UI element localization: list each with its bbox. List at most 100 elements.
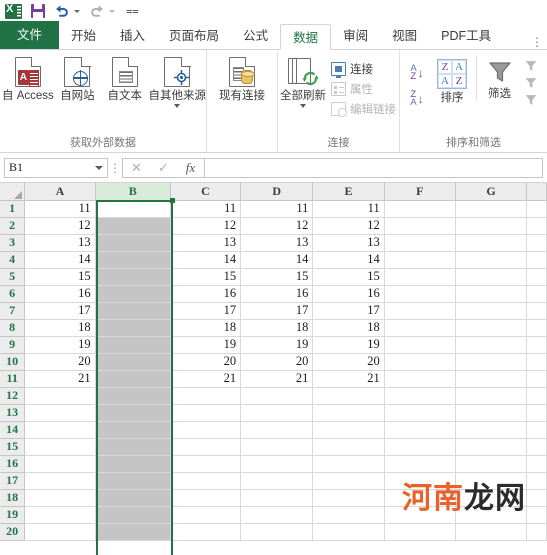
cell-B9[interactable]: [95, 336, 171, 354]
cell-A11[interactable]: 21: [24, 370, 96, 388]
from-text-button[interactable]: 自文本: [101, 55, 148, 103]
advanced-filter-icon[interactable]: [524, 93, 538, 107]
customize-quick-access-icon[interactable]: ⩵: [126, 5, 139, 17]
cell-G18[interactable]: [455, 489, 528, 507]
cell-D4[interactable]: 14: [240, 251, 314, 269]
cell-D7[interactable]: 17: [240, 302, 314, 320]
cell-G2[interactable]: [455, 217, 528, 235]
cell-C19[interactable]: [170, 506, 242, 524]
cell-E13[interactable]: [312, 404, 385, 422]
existing-connections-button[interactable]: 现有连接: [208, 55, 276, 103]
row-header-2[interactable]: 2: [0, 217, 26, 235]
cell-F8[interactable]: [384, 319, 456, 337]
tab-pdf-tools[interactable]: PDF工具: [429, 23, 503, 49]
cell-H8[interactable]: [526, 319, 547, 337]
cell-C13[interactable]: [170, 404, 242, 422]
row-header-14[interactable]: 14: [0, 421, 26, 439]
row-header-20[interactable]: 20: [0, 523, 26, 541]
cell-E2[interactable]: 12: [312, 217, 385, 235]
cell-H12[interactable]: [526, 387, 547, 405]
cell-A3[interactable]: 13: [24, 234, 96, 252]
cell-E1[interactable]: 11: [312, 200, 385, 218]
cell-G12[interactable]: [455, 387, 528, 405]
cell-G16[interactable]: [455, 455, 528, 473]
cell-C18[interactable]: [170, 489, 242, 507]
cell-A1[interactable]: 11: [24, 200, 96, 218]
cell-C14[interactable]: [170, 421, 242, 439]
cell-E15[interactable]: [312, 438, 385, 456]
row-header-10[interactable]: 10: [0, 353, 26, 371]
cell-E12[interactable]: [312, 387, 385, 405]
cell-A17[interactable]: [24, 472, 96, 490]
cell-H1[interactable]: [526, 200, 547, 218]
clear-filter-icon[interactable]: [524, 59, 538, 73]
cell-C1[interactable]: 11: [170, 200, 242, 218]
cell-A19[interactable]: [24, 506, 96, 524]
cell-H2[interactable]: [526, 217, 547, 235]
column-header-e[interactable]: E: [312, 183, 385, 201]
undo-icon[interactable]: [54, 4, 70, 18]
cell-F3[interactable]: [384, 234, 456, 252]
cell-H13[interactable]: [526, 404, 547, 422]
column-header-h-partial[interactable]: [526, 183, 547, 201]
name-box-caret-icon[interactable]: [95, 165, 103, 170]
from-other-sources-caret-icon[interactable]: [174, 104, 181, 109]
cell-F16[interactable]: [384, 455, 456, 473]
column-header-b[interactable]: B: [95, 183, 171, 201]
cell-D11[interactable]: 21: [240, 370, 314, 388]
cell-D14[interactable]: [240, 421, 314, 439]
cell-F9[interactable]: [384, 336, 456, 354]
cell-H18[interactable]: [526, 489, 547, 507]
cell-B8[interactable]: [95, 319, 171, 337]
row-header-6[interactable]: 6: [0, 285, 26, 303]
tab-file[interactable]: 文件: [0, 21, 60, 49]
cell-D13[interactable]: [240, 404, 314, 422]
formula-input[interactable]: [204, 157, 543, 178]
cell-E16[interactable]: [312, 455, 385, 473]
row-header-16[interactable]: 16: [0, 455, 26, 473]
row-header-8[interactable]: 8: [0, 319, 26, 337]
cell-D15[interactable]: [240, 438, 314, 456]
cell-A13[interactable]: [24, 404, 96, 422]
cell-E14[interactable]: [312, 421, 385, 439]
cell-C6[interactable]: 16: [170, 285, 242, 303]
row-header-9[interactable]: 9: [0, 336, 26, 354]
column-header-g[interactable]: G: [455, 183, 528, 201]
cell-F2[interactable]: [384, 217, 456, 235]
cell-C4[interactable]: 14: [170, 251, 242, 269]
cell-H7[interactable]: [526, 302, 547, 320]
cell-C15[interactable]: [170, 438, 242, 456]
cell-G11[interactable]: [455, 370, 528, 388]
tab-overflow-icon[interactable]: ⋮: [531, 35, 547, 49]
cell-F12[interactable]: [384, 387, 456, 405]
cell-G13[interactable]: [455, 404, 528, 422]
cell-A6[interactable]: 16: [24, 285, 96, 303]
cell-B20[interactable]: [95, 523, 171, 541]
name-box[interactable]: B1: [4, 157, 108, 178]
cell-A9[interactable]: 19: [24, 336, 96, 354]
tab-page-layout[interactable]: 页面布局: [157, 23, 231, 49]
cell-D9[interactable]: 19: [240, 336, 314, 354]
cell-G9[interactable]: [455, 336, 528, 354]
cell-F7[interactable]: [384, 302, 456, 320]
row-header-13[interactable]: 13: [0, 404, 26, 422]
cell-A10[interactable]: 20: [24, 353, 96, 371]
column-header-a[interactable]: A: [24, 183, 96, 201]
cell-E8[interactable]: 18: [312, 319, 385, 337]
cell-F18[interactable]: [384, 489, 456, 507]
cell-C7[interactable]: 17: [170, 302, 242, 320]
refresh-all-caret-icon[interactable]: [300, 104, 307, 109]
tab-home[interactable]: 开始: [59, 23, 108, 49]
cell-C9[interactable]: 19: [170, 336, 242, 354]
cell-H14[interactable]: [526, 421, 547, 439]
cell-B15[interactable]: [95, 438, 171, 456]
row-header-17[interactable]: 17: [0, 472, 26, 490]
row-header-1[interactable]: 1: [0, 200, 26, 218]
column-header-c[interactable]: C: [170, 183, 242, 201]
cell-F17[interactable]: [384, 472, 456, 490]
cell-B19[interactable]: [95, 506, 171, 524]
cell-F15[interactable]: [384, 438, 456, 456]
save-icon[interactable]: [31, 4, 45, 18]
cell-B14[interactable]: [95, 421, 171, 439]
row-header-19[interactable]: 19: [0, 506, 26, 524]
